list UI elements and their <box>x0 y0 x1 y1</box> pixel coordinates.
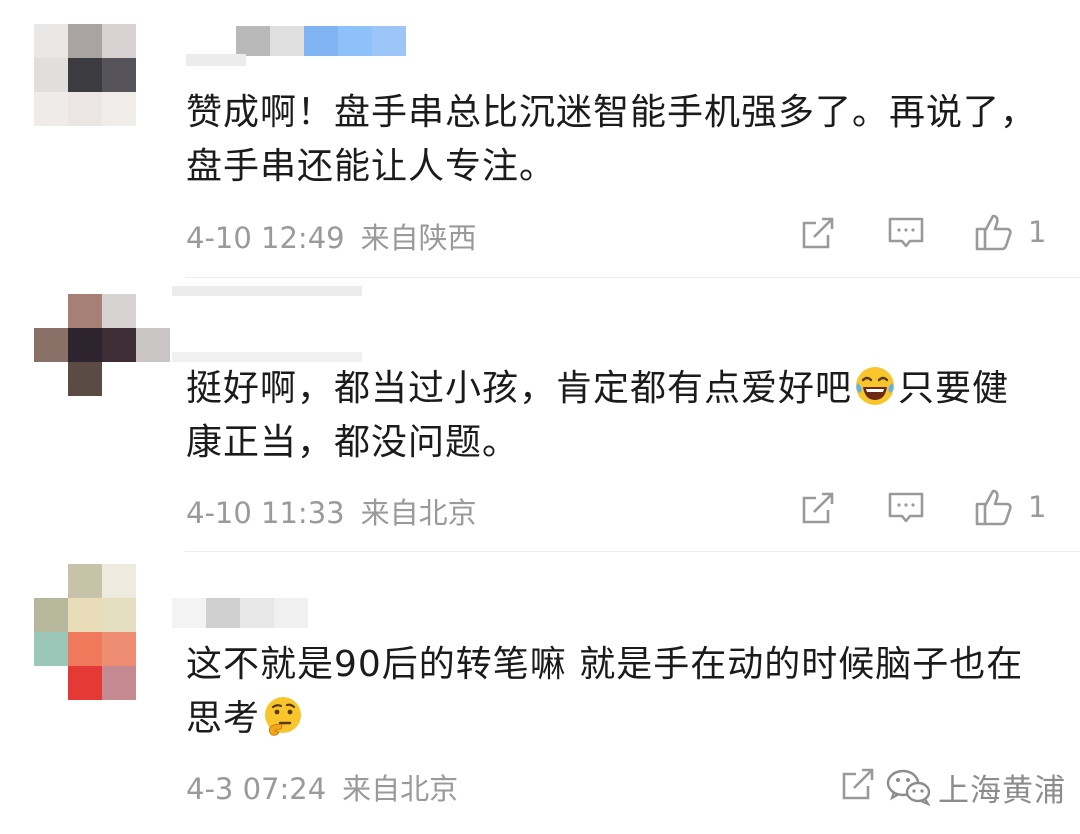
watermark: 上海黄浦 <box>886 765 1066 809</box>
username-blurred[interactable] <box>172 598 308 628</box>
comment-time: 4-3 07:24 <box>186 772 327 806</box>
watermark-text: 上海黄浦 <box>938 772 1066 809</box>
share-button[interactable] <box>838 764 878 804</box>
avatar[interactable] <box>34 564 170 700</box>
thinking-face-emoji <box>265 697 302 736</box>
comment-meta: 4-3 07:24 来自北京 <box>186 766 458 808</box>
share-icon <box>842 768 874 800</box>
comment-location: 来自北京 <box>342 772 459 806</box>
wechat-icon <box>886 769 931 806</box>
comment-text: 这不就是90后的转笔嘛 就是手在动的时候脑子也在思考 <box>186 644 1024 739</box>
comment-item: 这不就是90后的转笔嘛 就是手在动的时候脑子也在思考 4-3 07:24 来自北京… <box>0 0 1080 834</box>
